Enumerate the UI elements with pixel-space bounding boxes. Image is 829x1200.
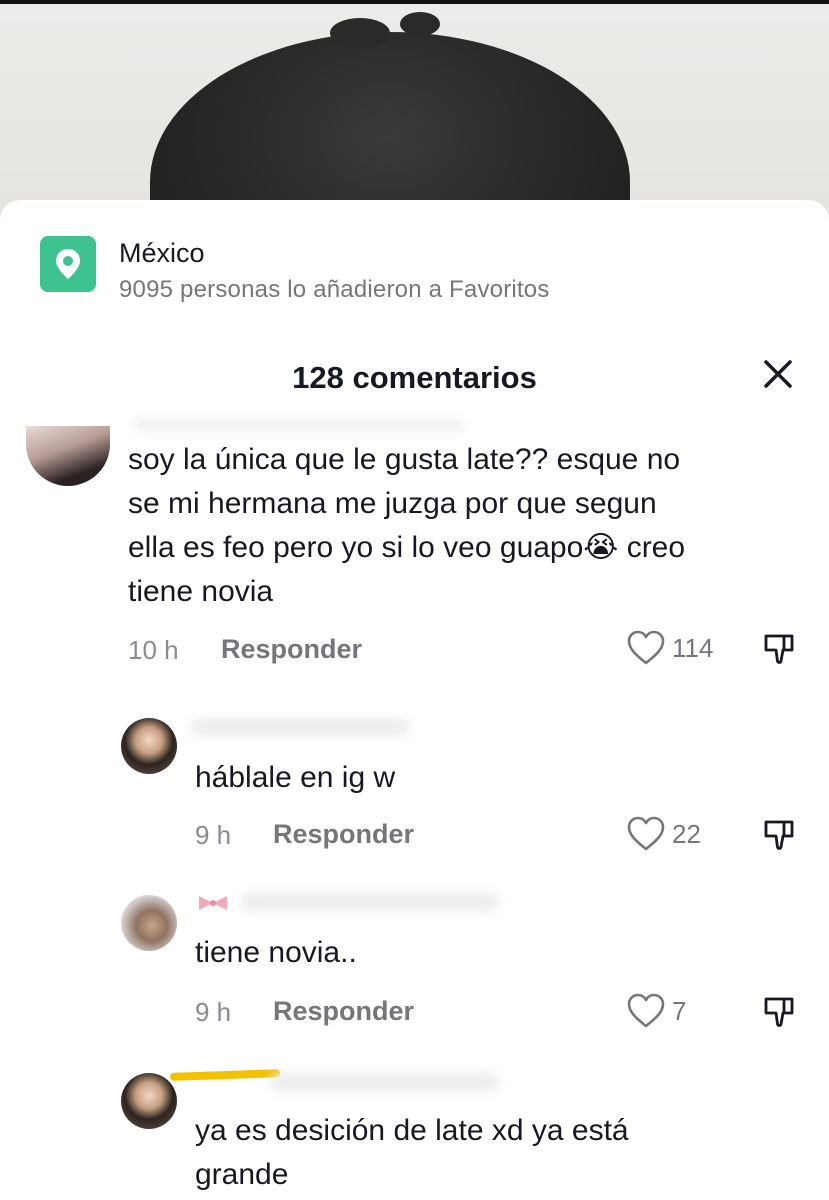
like-count: 22 (672, 818, 701, 849)
avatar[interactable] (26, 426, 110, 486)
dislike-icon[interactable] (762, 995, 796, 1029)
avatar[interactable] (121, 1073, 177, 1129)
comment-time: 9 h (195, 997, 232, 1027)
username-highlight (169, 1069, 281, 1081)
comment-item: soy la única que le gusta late?? esque n… (0, 420, 829, 680)
heart-icon (627, 993, 665, 1028)
comment-text-line: soy la única que le gusta late?? esque n… (128, 443, 681, 476)
reply-button[interactable]: Responder (273, 996, 414, 1027)
bow-decoration (196, 895, 230, 916)
comment-text-line: se mi hermana me juzga por que segun (128, 487, 657, 520)
comment-text-line: grande (195, 1158, 289, 1191)
comment-time: 9 h (195, 820, 232, 850)
comment-text-line: ya es desición de late xd ya está (195, 1114, 629, 1147)
reply-button[interactable]: Responder (273, 819, 414, 850)
comment-text-line: tiene novia (128, 575, 274, 608)
comment-text-line: háblale en ig w (195, 761, 396, 794)
close-icon[interactable] (760, 356, 796, 392)
reply-item: tiene novia.. 9 h Responder 7 (0, 885, 829, 1045)
username-redacted (240, 893, 500, 911)
avatar[interactable] (121, 718, 177, 774)
comments-count-title: 128 comentarios (292, 360, 537, 395)
like-button[interactable]: 22 (626, 816, 701, 852)
heart-icon (627, 816, 665, 851)
like-button[interactable]: 7 (626, 993, 686, 1029)
comment-text: soy la única que le gusta late?? esque n… (128, 438, 685, 614)
like-count: 114 (672, 632, 714, 663)
location-favorites-count: 9095 personas lo añadieron a Favoritos (119, 276, 550, 303)
comment-text: tiene novia.. (195, 931, 357, 975)
comment-text: ya es desición de late xd ya está grande (195, 1109, 629, 1197)
heart-icon (627, 630, 665, 665)
comment-time: 10 h (128, 635, 179, 665)
avatar[interactable] (121, 895, 177, 951)
comments-header: 128 comentarios (0, 360, 829, 410)
comment-text-line: tiene novia.. (195, 936, 357, 969)
like-count: 7 (672, 995, 687, 1026)
video-detail (330, 18, 390, 48)
comment-text-line: ella es feo pero yo si lo veo guapo😭 cre… (128, 531, 686, 564)
dislike-icon[interactable] (762, 632, 796, 666)
location-title: México (119, 238, 205, 268)
video-detail (400, 12, 440, 36)
comment-text: háblale en ig w (195, 756, 395, 800)
like-button[interactable]: 114 (626, 630, 713, 666)
dislike-icon[interactable] (762, 818, 796, 852)
reply-item: háblale en ig w 9 h Responder 22 (0, 710, 829, 870)
location-row[interactable]: México 9095 personas lo añadieron a Favo… (40, 236, 800, 306)
username-redacted (134, 420, 464, 430)
comments-sheet: México 9095 personas lo añadieron a Favo… (0, 200, 829, 1200)
username-redacted (270, 1073, 500, 1091)
reply-button[interactable]: Responder (221, 634, 362, 665)
reply-item: ya es desición de late xd ya está grande (0, 1065, 829, 1200)
username-redacted (190, 718, 410, 736)
location-pin-icon (40, 236, 96, 292)
